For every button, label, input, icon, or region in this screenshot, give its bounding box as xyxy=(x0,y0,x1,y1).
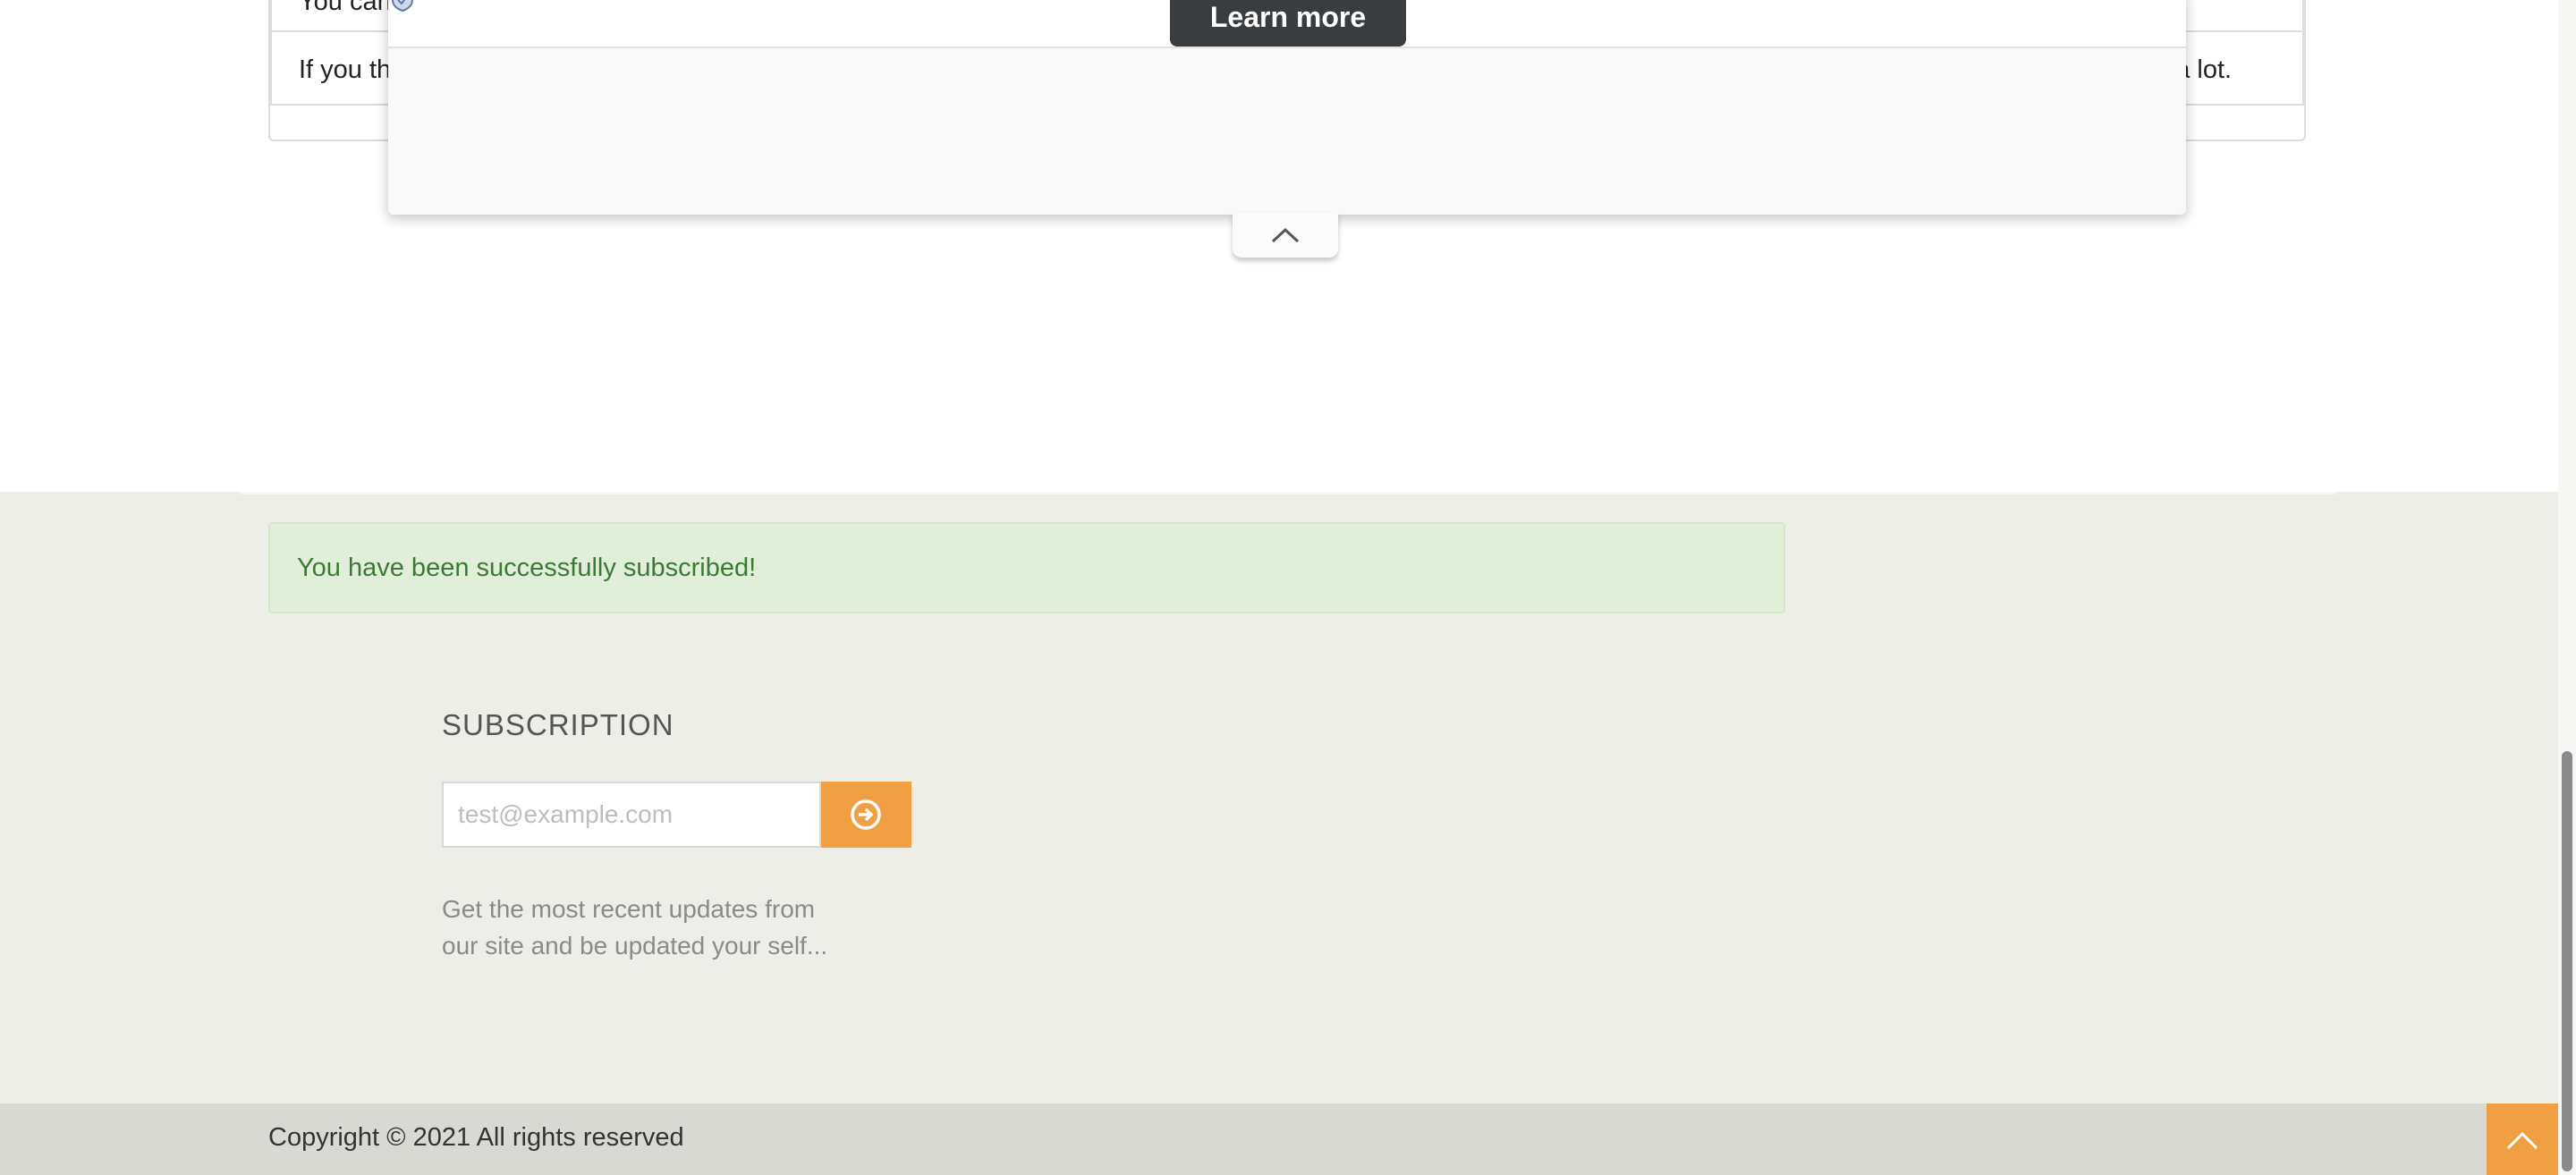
shield-icon xyxy=(390,0,415,13)
arrow-circle-right-icon xyxy=(851,799,881,830)
copyright-text: Copyright © 2021 All rights reserved xyxy=(268,1123,684,1152)
chevron-up-icon xyxy=(1271,227,1300,243)
back-to-top-button[interactable] xyxy=(2487,1103,2558,1175)
subscription-heading: SUBSCRIPTION xyxy=(442,708,674,741)
footer-divider xyxy=(240,492,2336,495)
subscribe-button[interactable] xyxy=(821,782,911,848)
learn-more-button[interactable]: Learn more xyxy=(1170,0,1406,46)
scrollbar-thumb[interactable] xyxy=(2562,751,2572,1171)
subscription-description: Get the most recent updates from our sit… xyxy=(442,891,871,964)
chevron-up-icon xyxy=(2506,1131,2538,1150)
collapse-overlay-button[interactable] xyxy=(1233,213,1338,258)
description-line: our site and be updated your self... xyxy=(442,932,828,959)
table-row-text: You can xyxy=(299,0,392,16)
success-alert: You have been successfully subscribed! xyxy=(268,522,1785,613)
table-row-text: If you th xyxy=(299,55,392,84)
description-line: Get the most recent updates from xyxy=(442,895,816,923)
email-field[interactable] xyxy=(442,782,821,848)
